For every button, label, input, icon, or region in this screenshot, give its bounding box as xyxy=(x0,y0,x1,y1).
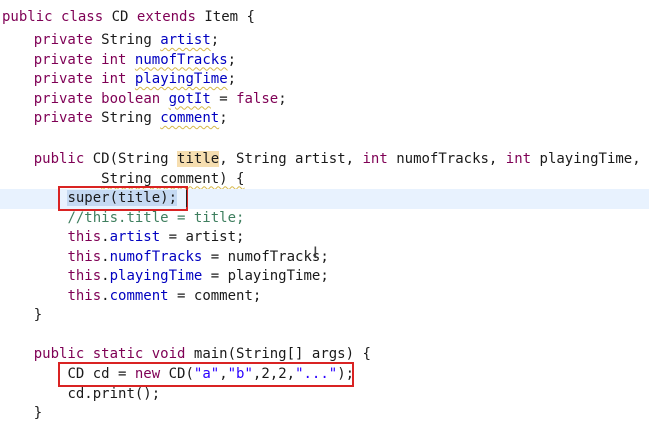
number-args: ,2,2, xyxy=(252,366,296,382)
code-line-class-decl: public class CD extends Item { xyxy=(0,8,649,28)
punct: ); xyxy=(337,366,355,382)
code-line-assign-time: this.playingTime = playingTime; xyxy=(67,268,329,284)
keyword: private xyxy=(33,71,93,87)
signature: playingTime, xyxy=(531,151,641,167)
punct: ; xyxy=(227,51,237,68)
field-name: gotIt xyxy=(168,90,211,107)
signature: String comment) { xyxy=(101,170,245,187)
punct: ; xyxy=(227,71,237,87)
keyword: public xyxy=(2,9,53,25)
string-literal: "b" xyxy=(227,366,253,382)
type: int xyxy=(101,51,127,68)
brace: } xyxy=(33,307,43,323)
code-line-field-time: private int playingTime; xyxy=(0,70,649,90)
brace: { xyxy=(246,9,255,25)
code-line-main-decl: CD cd = new CD("a","b",2,2,"..."); xyxy=(0,365,649,385)
keyword: this xyxy=(67,268,102,284)
super-call: super(title); xyxy=(67,190,178,206)
string-literal: "a" xyxy=(193,366,220,382)
keyword: this xyxy=(67,229,102,245)
keyword: private xyxy=(33,32,93,48)
type: String xyxy=(101,110,152,126)
keyword: private xyxy=(33,110,93,126)
keyword: int xyxy=(505,151,532,167)
code-line-field-comment: private String comment; xyxy=(0,109,649,129)
class-name: CD xyxy=(111,9,129,25)
brace: } xyxy=(33,405,43,421)
type: boolean xyxy=(101,90,161,107)
keyword: static xyxy=(92,346,144,362)
keyword: private xyxy=(33,51,93,68)
method-call: cd.print(); xyxy=(67,385,161,402)
expr: = artist; xyxy=(160,229,245,245)
field-name: artist xyxy=(109,229,161,245)
signature: main(String[] args) { xyxy=(185,346,371,362)
field-name: numofTracks xyxy=(109,248,203,265)
type: int xyxy=(101,71,127,87)
signature: numofTracks, xyxy=(387,151,506,167)
literal: false xyxy=(236,90,279,107)
code-line-assign-comment: this.comment = comment; xyxy=(67,287,262,304)
keyword: this xyxy=(67,248,102,265)
type: String xyxy=(101,32,152,48)
code-comment: //this.title = title; xyxy=(67,209,245,226)
code-line-main-sig: public static void main(String[] args) { xyxy=(0,345,649,365)
keyword: new xyxy=(134,366,161,382)
field-name: comment xyxy=(109,287,169,304)
ibeam-cursor-icon: I xyxy=(313,243,318,262)
keyword: extends xyxy=(136,9,196,25)
code-line-assign-tracks: this.numofTracks = numofTracks; xyxy=(67,248,329,265)
expr: = numofTracks; xyxy=(202,248,329,265)
param-title-highlight: title xyxy=(177,151,220,167)
keyword: class xyxy=(61,9,104,25)
code-line-field-artist: private String artist; xyxy=(0,31,649,51)
expr: = playingTime; xyxy=(202,268,329,284)
code-line-main-print: cd.print(); xyxy=(0,385,649,405)
code-line-field-gotit: private boolean gotIt = false; xyxy=(0,90,649,110)
code-line-comment: //this.title = title; xyxy=(0,209,649,229)
code-line-super-call: super(title); xyxy=(0,189,649,209)
code-line-ctor-close: } xyxy=(0,306,649,326)
keyword: int xyxy=(362,151,388,167)
code-line-ctor-sig: public CD(String title, String artist, i… xyxy=(0,150,649,170)
string-literal: "..." xyxy=(295,366,338,382)
keyword: this xyxy=(67,287,102,304)
code-line-ctor-sig2: String comment) { xyxy=(0,170,649,190)
expr: CD( xyxy=(160,366,194,382)
field-name: comment xyxy=(160,110,220,126)
operator: = xyxy=(210,90,237,107)
text-caret xyxy=(186,190,187,207)
expr: = comment; xyxy=(168,287,262,304)
keyword: void xyxy=(151,346,186,362)
field-name: playingTime xyxy=(134,71,228,87)
declaration: CD cd = xyxy=(67,366,135,382)
punct: ; xyxy=(219,110,228,126)
field-name: playingTime xyxy=(109,268,203,284)
signature: , String artist, xyxy=(219,151,363,167)
field-name: numofTracks xyxy=(134,51,228,68)
keyword: private xyxy=(33,90,93,107)
punct: ; xyxy=(210,32,220,48)
code-line-assign-artist: this.artist = artist; xyxy=(67,229,245,245)
field-name: artist xyxy=(160,32,211,48)
keyword: public xyxy=(33,151,85,167)
signature: CD(String xyxy=(92,151,178,167)
parent-class: Item xyxy=(204,9,239,25)
keyword: public xyxy=(33,346,85,362)
code-editor[interactable]: public class CD extends Item { private S… xyxy=(0,0,649,423)
punct: ; xyxy=(278,90,287,107)
punct: , xyxy=(219,366,228,382)
code-line-field-tracks: private int numofTracks; xyxy=(0,51,649,71)
code-line-main-close: } xyxy=(0,404,649,424)
